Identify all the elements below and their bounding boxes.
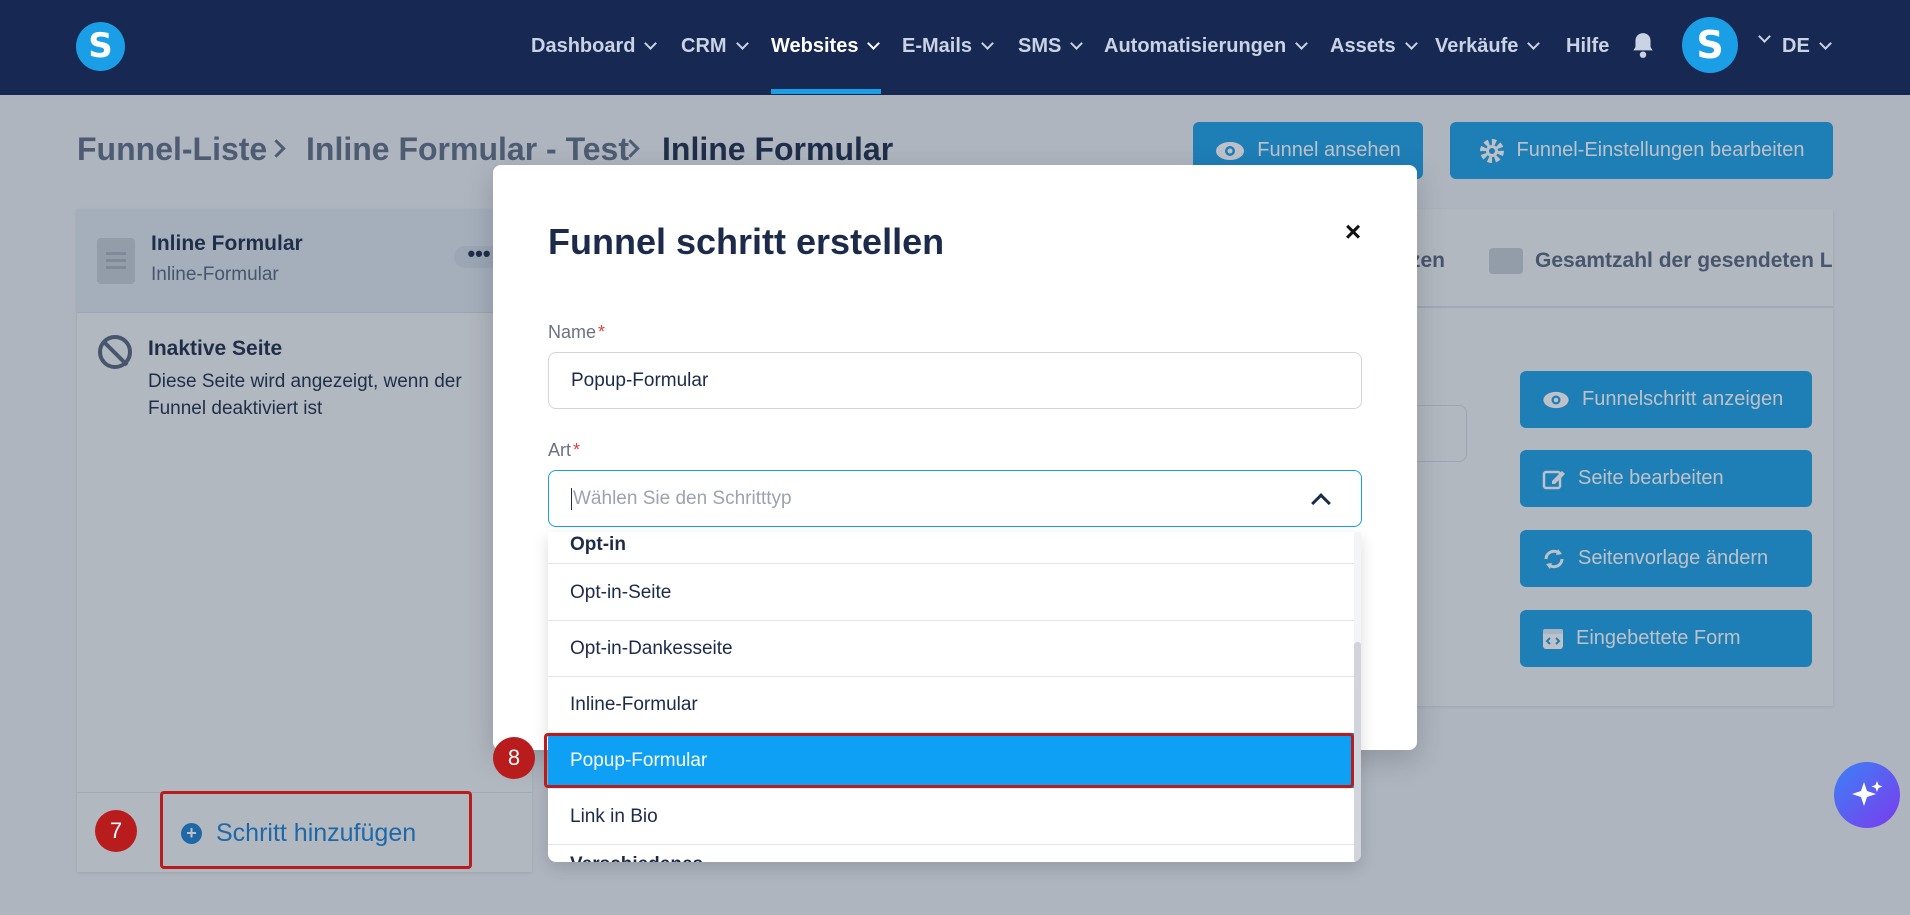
nav-dashboard[interactable]: Dashboard [531, 31, 658, 61]
ai-assistant-button[interactable] [1834, 762, 1900, 828]
type-field-label: Art * [548, 440, 581, 460]
sparkles-icon [1852, 781, 1883, 806]
nav-crm[interactable]: CRM [681, 31, 749, 61]
step-badge-8: 8 [493, 737, 535, 779]
step-type-select[interactable]: Wählen Sie den Schritttyp [548, 470, 1362, 527]
option-link-in-bio[interactable]: Link in Bio [548, 789, 1354, 845]
text-cursor [571, 487, 572, 510]
highlight-add-step [160, 791, 472, 869]
nav-websites[interactable]: Websites [771, 31, 881, 61]
language-switcher[interactable]: DE [1782, 31, 1832, 61]
nav-verkaeufe[interactable]: Verkäufe [1435, 31, 1541, 61]
name-field-label: Name * [548, 322, 606, 342]
nav-sms[interactable]: SMS [1018, 31, 1084, 61]
active-nav-indicator [771, 89, 881, 94]
nav-emails[interactable]: E-Mails [902, 31, 994, 61]
modal-title: Funnel schritt erstellen [548, 221, 945, 262]
chevron-down-icon [981, 36, 994, 50]
nav-assets[interactable]: Assets [1330, 31, 1418, 61]
nav-automatisierungen[interactable]: Automatisierungen [1104, 31, 1309, 61]
dropdown-group-divider [548, 532, 1354, 564]
close-icon[interactable]: × [1338, 217, 1368, 247]
chevron-down-icon[interactable] [1758, 30, 1771, 43]
bell-icon[interactable] [1630, 31, 1656, 59]
step-type-placeholder: Wählen Sie den Schritttyp [573, 487, 792, 509]
option-opt-in-page[interactable]: Opt-in-Seite [548, 565, 1354, 621]
dropdown-scrollbar-thumb[interactable] [1354, 642, 1361, 862]
highlight-popup-option [544, 733, 1354, 788]
dropdown-next-group-label: Verschiedenes [570, 854, 703, 862]
user-avatar[interactable]: S [1682, 17, 1738, 73]
chevron-down-icon [1527, 36, 1541, 50]
chevron-down-icon [1818, 36, 1832, 50]
chevron-down-icon [735, 36, 749, 50]
chevron-up-icon[interactable] [1311, 493, 1331, 513]
option-inline-form[interactable]: Inline-Formular [548, 677, 1354, 733]
app-logo[interactable]: S [76, 22, 125, 71]
chevron-down-icon [1295, 36, 1309, 50]
name-input[interactable]: Popup-Formular [548, 352, 1362, 409]
chevron-down-icon [1070, 36, 1084, 50]
nav-hilfe[interactable]: Hilfe [1566, 31, 1609, 61]
step-badge-7: 7 [95, 810, 137, 852]
chevron-down-icon [867, 36, 881, 50]
top-navbar: S Dashboard CRM Websites E-Mails SMS Aut… [0, 0, 1910, 95]
step-type-dropdown: Opt-in Opt-in-Seite Opt-in-Dankesseite I… [548, 532, 1361, 862]
option-opt-in-thanks[interactable]: Opt-in-Dankesseite [548, 621, 1354, 677]
chevron-down-icon [1404, 36, 1418, 50]
chevron-down-icon [644, 36, 658, 50]
